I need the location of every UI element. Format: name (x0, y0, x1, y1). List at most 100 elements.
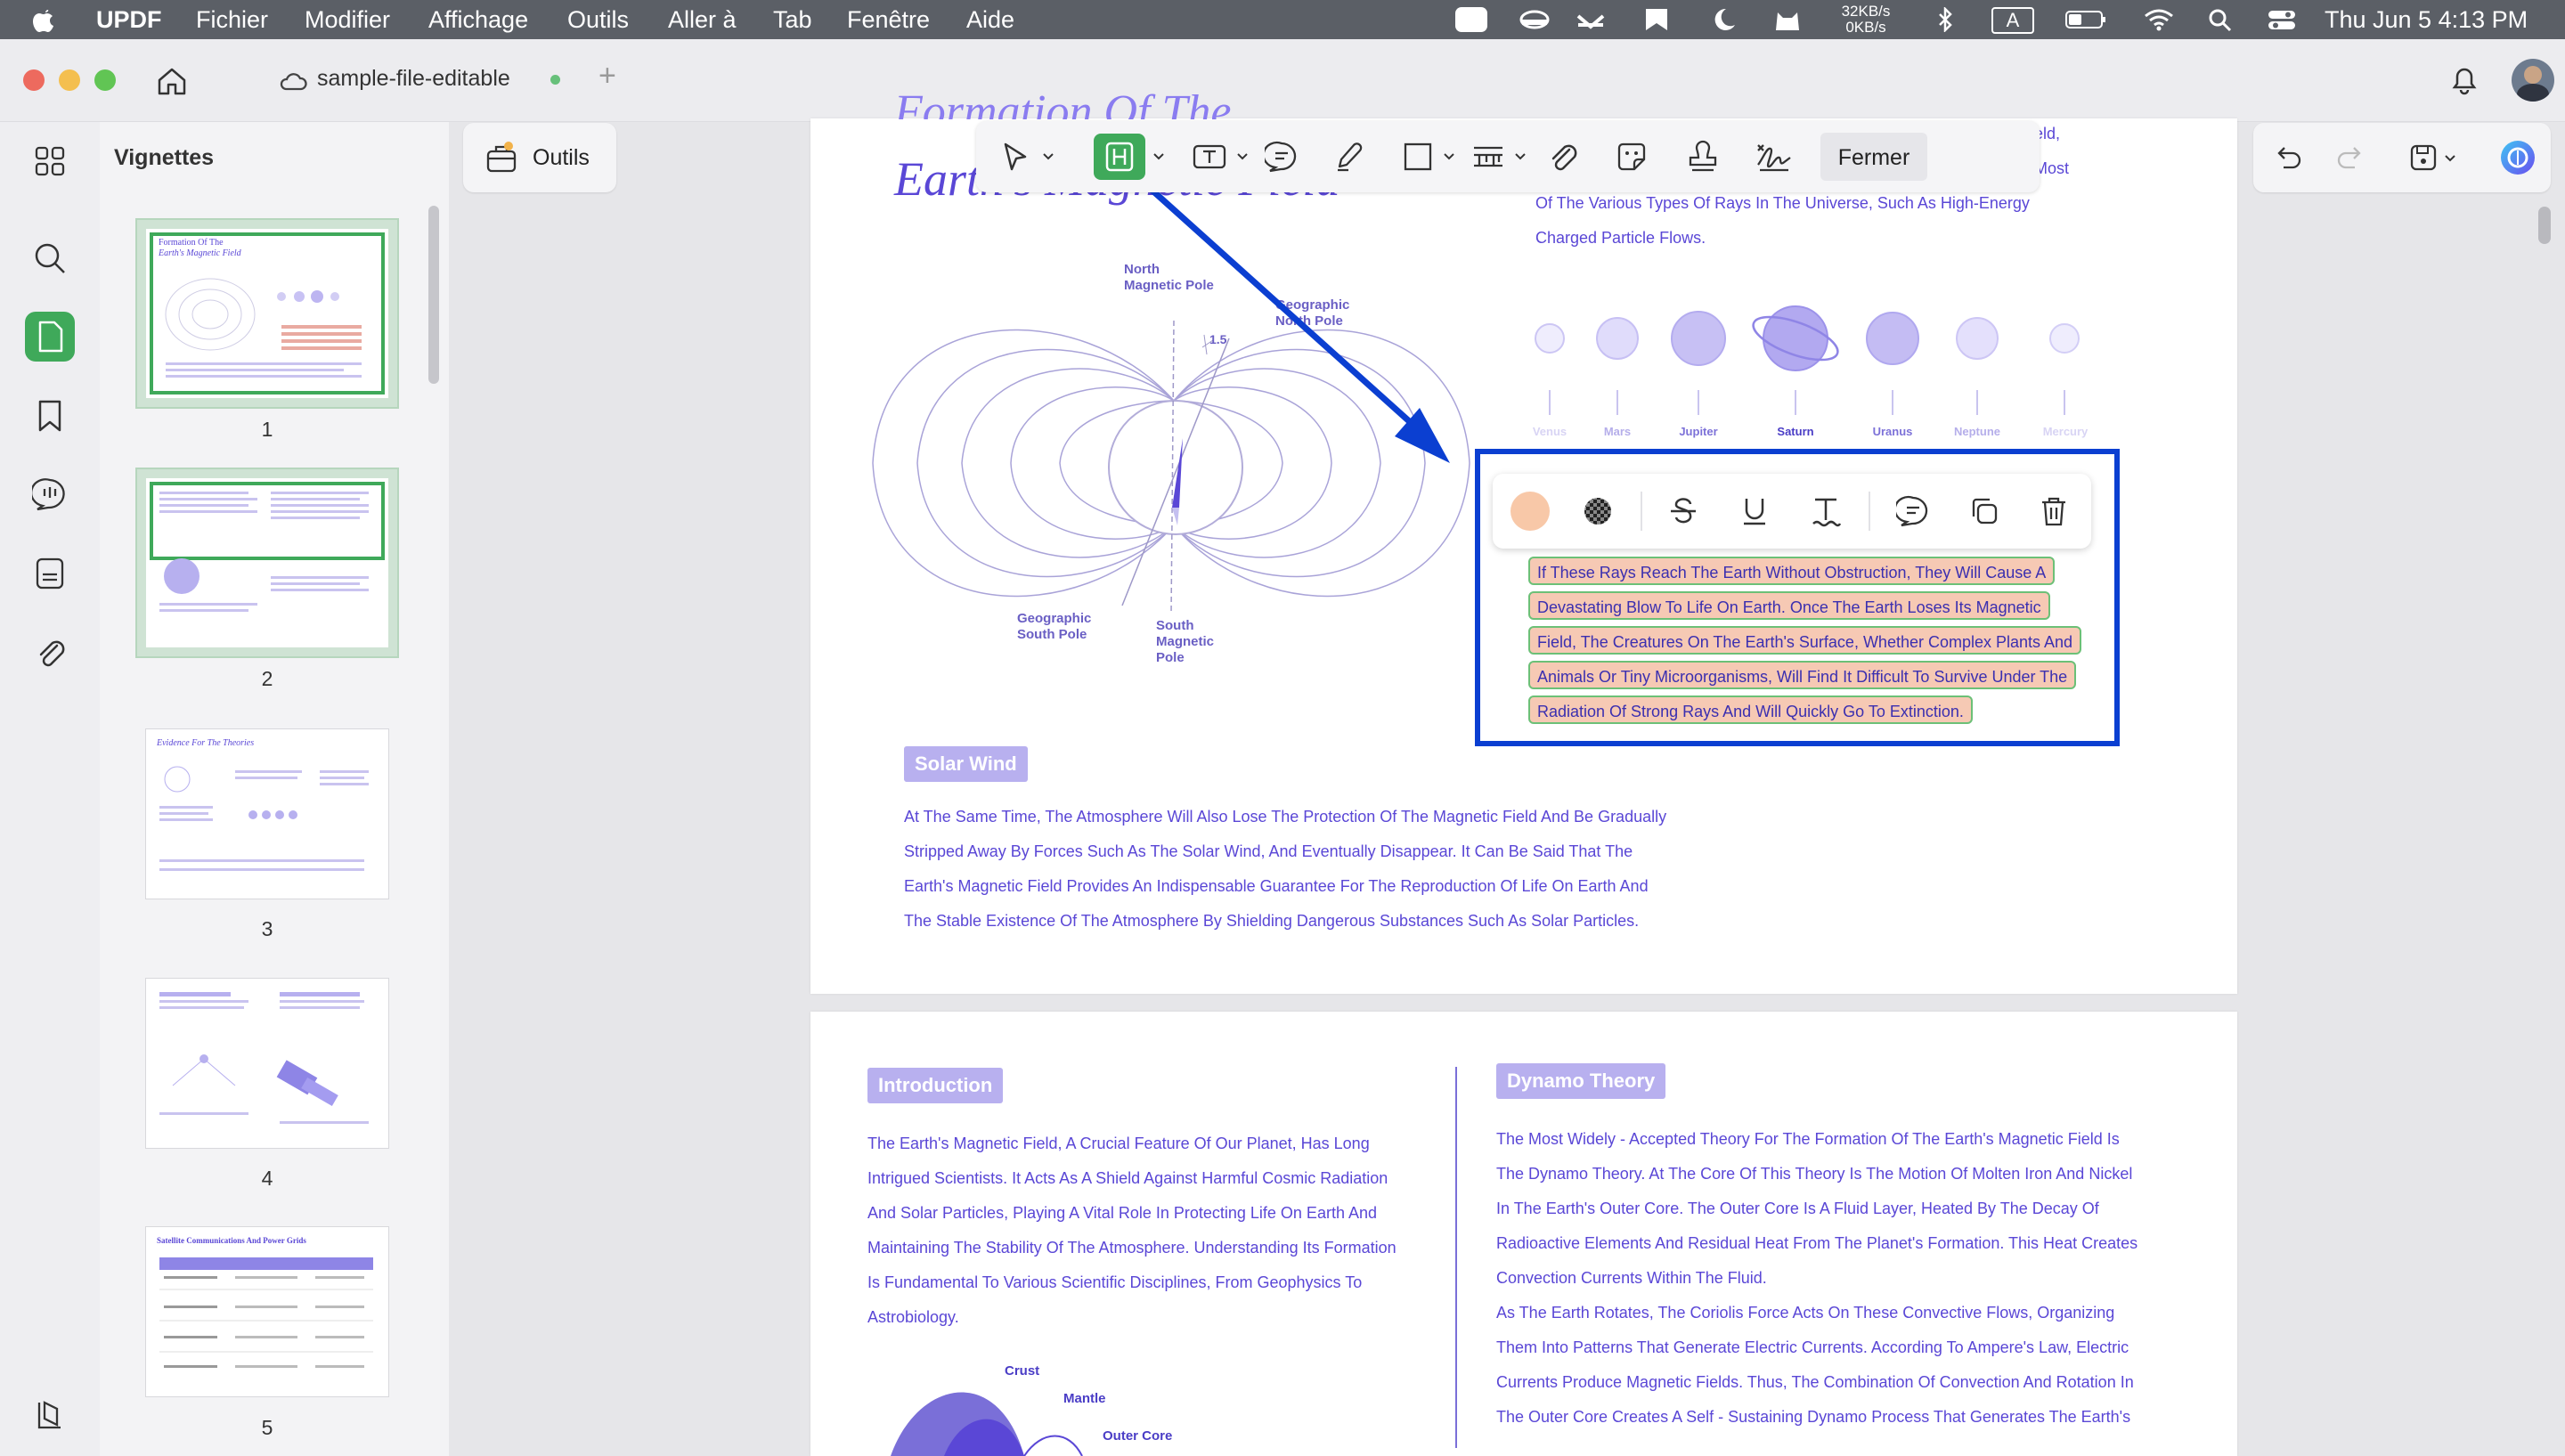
intro-text-1: The Earth's Magnetic Field, A Crucial Fe… (867, 1135, 1370, 1152)
menu-affichage[interactable]: Affichage (428, 0, 528, 39)
network-speed: 32KB/s 0KB/s (1835, 4, 1897, 36)
layers-toggle-icon[interactable] (25, 1390, 75, 1440)
save-icon[interactable] (2403, 137, 2444, 178)
text-box-tool-icon[interactable] (1188, 137, 1231, 176)
menu-fichier[interactable]: Fichier (196, 0, 268, 39)
menu-fenetre[interactable]: Fenêtre (847, 0, 930, 39)
wifi-icon[interactable] (2143, 7, 2175, 32)
signature-tool-icon[interactable] (1751, 137, 1797, 176)
solar-wind-heading: Solar Wind (904, 746, 1028, 782)
bluetooth-icon[interactable] (1934, 5, 1956, 34)
text-box-dropdown-icon[interactable] (1234, 146, 1250, 167)
thumbnail-number-2: 2 (261, 667, 273, 690)
solar-wind-text-1: At The Same Time, The Atmosphere Will Al… (904, 808, 1667, 826)
spotlight-search-icon[interactable] (2207, 7, 2234, 32)
menu-aide[interactable]: Aide (966, 0, 1014, 39)
thumb-1-heading: Formation Of The (159, 238, 224, 248)
bookmark-icon[interactable] (25, 391, 75, 441)
ai-assistant-icon[interactable] (2496, 135, 2540, 180)
select-tool-dropdown-icon[interactable] (1040, 146, 1056, 167)
undo-icon[interactable] (2268, 137, 2308, 178)
delete-icon[interactable] (2032, 490, 2075, 533)
dynamo-text-8: Currents Produce Magnetic Fields. Thus, … (1496, 1373, 2134, 1391)
copy-icon[interactable] (1963, 490, 2006, 533)
thumb-1-subheading: Earth's Magnetic Field (159, 248, 241, 258)
comments-icon[interactable] (25, 469, 75, 519)
opacity-icon[interactable] (1576, 490, 1619, 533)
moon-icon[interactable] (1708, 7, 1737, 32)
input-source-icon[interactable]: A (1991, 7, 2034, 34)
form-fields-icon[interactable] (25, 549, 75, 598)
menu-modifier[interactable]: Modifier (305, 0, 390, 39)
stamp-tool-icon[interactable] (1682, 137, 1724, 176)
control-center-icon[interactable] (2267, 7, 2297, 32)
updf-status-icon[interactable] (1455, 7, 1487, 32)
inbox-icon[interactable] (1575, 7, 1607, 32)
planet-label-venus: Venus (1532, 425, 1568, 438)
measure-tool-icon[interactable] (1466, 137, 1510, 176)
app-name[interactable]: UPDF (96, 0, 162, 39)
thumbnail-page-1[interactable]: Formation Of The Earth's Magnetic Field (146, 229, 388, 398)
planets-diagram (1535, 305, 2080, 415)
outils-button[interactable]: Outils (463, 123, 616, 192)
outils-label: Outils (533, 145, 590, 170)
planet-label-neptune: Neptune (1954, 425, 2000, 438)
minimize-window-button[interactable] (59, 69, 80, 91)
pencil-tool-icon[interactable] (1327, 137, 1372, 176)
redo-icon[interactable] (2330, 137, 2371, 178)
column-divider (1455, 1067, 1457, 1448)
search-icon[interactable] (25, 233, 75, 283)
sticker-tool-icon[interactable] (1610, 137, 1653, 176)
strikethrough-icon[interactable] (1662, 490, 1705, 533)
dynamo-text-5: Convection Currents Within The Fluid. (1496, 1269, 1767, 1287)
drive-icon[interactable] (1519, 7, 1551, 32)
save-dropdown-icon[interactable] (2442, 148, 2458, 169)
measure-dropdown-icon[interactable] (1512, 146, 1528, 167)
thumbnail-page-3[interactable]: Evidence For The Theories (146, 729, 388, 899)
zoom-window-button[interactable] (94, 69, 116, 91)
attach-file-icon[interactable] (1541, 137, 1584, 176)
cat-icon[interactable] (1772, 7, 1803, 32)
home-icon[interactable] (155, 64, 189, 98)
squiggly-text-icon[interactable] (1804, 490, 1847, 533)
battery-icon[interactable] (2064, 7, 2107, 32)
document-tab-title[interactable]: sample-file-editable (317, 66, 510, 92)
thumbnails-panel-icon[interactable] (25, 312, 75, 362)
introduction-heading: Introduction (867, 1068, 1004, 1103)
rectangle-tool-icon[interactable] (1396, 137, 1439, 176)
fermer-button[interactable]: Fermer (1820, 133, 1927, 181)
highlight-tool-button[interactable] (1094, 134, 1145, 180)
clock[interactable]: Thu Jun 5 4:13 PM (2325, 0, 2528, 39)
user-avatar[interactable] (2512, 59, 2554, 102)
menu-tab[interactable]: Tab (773, 0, 812, 39)
select-tool-icon[interactable] (994, 137, 1037, 176)
highlighted-text-line-3[interactable]: Field, The Creatures On The Earth's Surf… (1528, 626, 2082, 655)
right-toolbar (2253, 123, 2551, 192)
notification-bell-icon[interactable] (2447, 62, 2481, 98)
apple-menu-icon[interactable] (30, 0, 57, 39)
document-scrollbar[interactable] (2538, 207, 2551, 244)
thumbnails-scrollbar[interactable] (428, 206, 439, 384)
add-comment-icon[interactable] (1892, 490, 1934, 533)
note-tool-icon[interactable] (1259, 137, 1304, 176)
thumbnail-number-1: 1 (261, 418, 273, 441)
highlight-dropdown-icon[interactable] (1151, 146, 1167, 167)
highlighted-text-line-5[interactable]: Radiation Of Strong Rays And Will Quickl… (1528, 695, 1973, 724)
bookmark-status-icon[interactable] (1642, 7, 1671, 32)
apps-grid-icon[interactable] (25, 136, 75, 186)
shape-dropdown-icon[interactable] (1441, 146, 1457, 167)
attachment-icon[interactable] (25, 628, 75, 678)
thumbnail-page-5[interactable]: Satellite Communications And Power Grids (146, 1227, 388, 1396)
menu-outils[interactable]: Outils (567, 0, 629, 39)
fermer-label: Fermer (1837, 145, 1910, 170)
thumbnail-page-2[interactable] (146, 478, 388, 647)
highlighted-text-line-4[interactable]: Animals Or Tiny Microorganisms, Will Fin… (1528, 661, 2077, 689)
menu-aller-a[interactable]: Aller à (668, 0, 737, 39)
underline-icon[interactable] (1733, 490, 1776, 533)
highlight-color-button[interactable] (1509, 490, 1551, 533)
highlighted-text-line-2[interactable]: Devastating Blow To Life On Earth. Once … (1528, 591, 2050, 620)
thumbnail-page-4[interactable] (146, 979, 388, 1148)
new-tab-button[interactable]: + (598, 59, 616, 94)
highlighted-text-line-1[interactable]: If These Rays Reach The Earth Without Ob… (1528, 557, 2056, 585)
close-window-button[interactable] (23, 69, 45, 91)
